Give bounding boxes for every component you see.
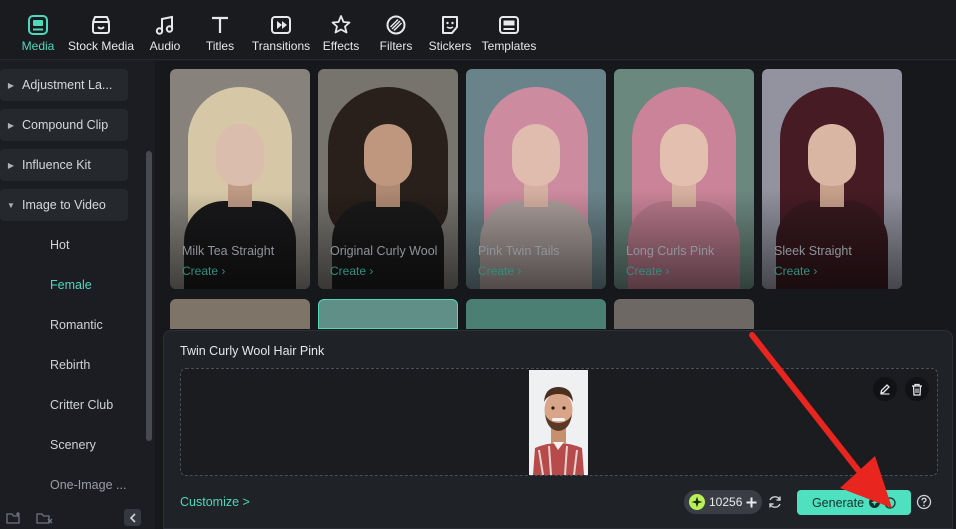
template-card[interactable]: Pink Twin Tails Create › [466,69,606,289]
sparkle-icon [689,494,705,510]
tab-label: Titles [205,39,235,53]
sidebar-scrollbar[interactable] [146,151,152,441]
titles-icon [212,16,228,33]
chevron-right-icon: ▶ [7,160,15,170]
template-title: Sleek Straight [774,244,852,258]
template-title: Long Curls Pink [626,244,715,258]
create-link[interactable]: Create › [330,264,373,278]
templates-icon [499,16,519,34]
chevron-right-icon: ▶ [7,120,15,130]
template-card-partial[interactable] [318,299,458,329]
tab-stock-media[interactable]: Stock Media [68,0,134,60]
tab-label: Stock Media [67,39,135,53]
create-link[interactable]: Create › [478,264,521,278]
template-card-partial[interactable] [614,299,754,329]
sidebar-item-influence-kit[interactable]: ▶ Influence Kit [0,149,128,181]
generate-button[interactable]: Generate [797,490,911,515]
tab-audio[interactable]: Audio [146,0,184,60]
generate-label: Generate [811,495,865,510]
stickers-icon [442,16,458,34]
credits-badge[interactable]: 10256 [684,490,762,514]
tab-media[interactable]: Media [18,0,58,60]
sidebar-item-compound-clip[interactable]: ▶ Compound Clip [0,109,128,141]
template-title: Milk Tea Straight [182,244,275,258]
remove-folder-icon[interactable] [36,511,54,525]
create-link[interactable]: Create › [182,264,225,278]
sidebar-subitem-hot[interactable]: Hot [50,238,69,252]
audio-icon [155,15,174,35]
effects-icon [331,15,351,34]
sidebar-subitem-scenery[interactable]: Scenery [50,438,96,452]
chevron-left-icon [129,512,136,523]
credit-coin-icon [869,497,881,508]
sidebar-subitem-rebirth[interactable]: Rebirth [50,358,90,372]
media-icon [28,15,48,35]
tab-titles[interactable]: Titles [202,0,238,60]
customize-link[interactable]: Customize > [180,495,250,509]
template-title: Pink Twin Tails [478,244,560,258]
info-icon [884,496,896,509]
template-card-partial[interactable] [466,299,606,329]
new-folder-icon[interactable] [6,511,22,525]
template-card[interactable]: Milk Tea Straight Create › [170,69,310,289]
sidebar-subitem-female[interactable]: Female [50,278,92,292]
template-card-partial[interactable] [170,299,310,329]
sidebar-subitem-romantic[interactable]: Romantic [50,318,103,332]
refresh-icon[interactable] [767,494,783,510]
tab-label: Templates [481,39,537,53]
sidebar-item-label: Influence Kit [22,158,91,172]
template-title: Original Curly Wool [330,244,438,258]
sidebar-item-label: Image to Video [22,198,106,212]
tab-templates[interactable]: Templates [480,0,538,60]
edit-button[interactable] [873,377,897,401]
tab-stickers[interactable]: Stickers [428,0,472,60]
image-upload-area[interactable] [180,368,938,476]
create-link[interactable]: Create › [774,264,817,278]
uploaded-photo [529,370,588,475]
tab-transitions[interactable]: Transitions [250,0,312,60]
delete-button[interactable] [905,377,929,401]
credits-value: 10256 [709,495,743,509]
chevron-right-icon: ▶ [7,80,15,90]
help-icon[interactable] [916,494,932,510]
tab-effects[interactable]: Effects [321,0,361,60]
chevron-down-icon: ▼ [7,200,15,210]
sidebar-subitem-one-image[interactable]: One-Image ... [50,478,126,492]
tab-label: Effects [322,39,360,53]
create-link[interactable]: Create › [626,264,669,278]
tab-label: Audio [149,39,181,53]
generate-panel: Twin Curly Wool Hair Pink Customize > 10… [163,330,953,529]
tab-label: Transitions [251,39,311,53]
stock-media-icon [92,16,110,34]
pencil-icon [880,384,890,395]
tab-filters[interactable]: Filters [376,0,416,60]
sidebar-subitem-critter-club[interactable]: Critter Club [50,398,113,412]
template-card[interactable]: Original Curly Wool Create › [318,69,458,289]
sidebar-item-label: Adjustment La... [22,78,113,92]
tab-label: Stickers [428,39,472,53]
panel-title: Twin Curly Wool Hair Pink [180,344,325,358]
collapse-sidebar-button[interactable] [124,509,141,526]
trash-icon [912,383,922,396]
template-card[interactable]: Sleek Straight Create › [762,69,902,289]
tab-label: Filters [379,39,413,53]
sidebar-item-label: Compound Clip [22,118,109,132]
add-credits-icon[interactable] [746,497,757,508]
sidebar: ▶ Adjustment La... ▶ Compound Clip ▶ Inf… [0,61,154,529]
template-card[interactable]: Long Curls Pink Create › [614,69,754,289]
transitions-icon [271,16,291,34]
sidebar-footer [0,507,154,529]
filters-icon [386,15,406,35]
top-toolbar: Media Stock Media Audio Titles Transitio… [0,0,956,60]
sidebar-item-image-to-video[interactable]: ▼ Image to Video [0,189,128,221]
tab-label: Media [21,39,55,53]
sidebar-item-adjustment-layer[interactable]: ▶ Adjustment La... [0,69,128,101]
